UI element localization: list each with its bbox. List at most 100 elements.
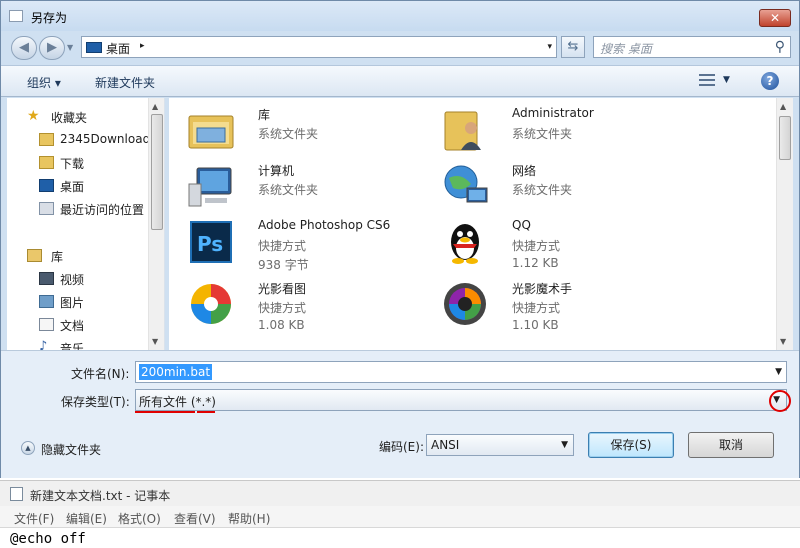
photoshop-icon: Ps bbox=[190, 221, 232, 263]
encoding-select[interactable]: ANSI ▼ bbox=[426, 434, 574, 456]
save-form: 文件名(N): 200min.bat ▼ 保存类型(T): 所有文件 (*.*)… bbox=[1, 350, 799, 478]
scrollbar-thumb[interactable] bbox=[151, 114, 163, 230]
filename-value[interactable]: 200min.bat bbox=[139, 364, 213, 380]
nav-item-favorites[interactable]: ★ 收藏夹 bbox=[7, 106, 149, 128]
annotation-underline bbox=[197, 411, 215, 413]
photo-viewer-icon bbox=[191, 284, 231, 324]
encoding-value: ANSI bbox=[431, 438, 460, 452]
menu-help[interactable]: 帮助(H) bbox=[228, 510, 270, 527]
notepad-content[interactable]: @echo off bbox=[10, 531, 86, 547]
address-location[interactable]: 桌面 bbox=[106, 40, 130, 57]
back-button[interactable]: ◀ bbox=[11, 36, 37, 60]
scroll-up-icon[interactable]: ▲ bbox=[152, 102, 158, 111]
camera-lens-icon bbox=[444, 283, 486, 325]
encoding-label: 编码(E): bbox=[379, 440, 424, 454]
library-folder-icon bbox=[188, 115, 234, 149]
forward-button[interactable]: ▶ bbox=[39, 36, 65, 60]
nav-item-label: 库 bbox=[51, 250, 64, 264]
address-dropdown-icon[interactable]: ▾ bbox=[547, 42, 552, 52]
recent-places-icon bbox=[39, 202, 54, 215]
star-icon: ★ bbox=[27, 108, 40, 124]
picture-library-icon bbox=[39, 295, 54, 308]
nav-item-music[interactable]: ♪ 音乐 bbox=[7, 337, 149, 350]
search-placeholder: 搜索 桌面 bbox=[600, 42, 652, 56]
file-type: 系统文件夹 bbox=[258, 127, 319, 141]
organize-button[interactable]: 组织 ▾ bbox=[27, 74, 61, 91]
recent-pages-dropdown-icon[interactable]: ▼ bbox=[67, 43, 73, 52]
notepad-title: 新建文本文档.txt - 记事本 bbox=[30, 489, 171, 503]
menu-format[interactable]: 格式(O) bbox=[118, 510, 161, 527]
menu-edit[interactable]: 编辑(E) bbox=[66, 510, 107, 527]
address-row: ◀ ▶ ▼ 桌面 ▸ ▾ ⇆ 搜索 桌面 ⚲ bbox=[1, 31, 799, 65]
scroll-down-icon[interactable]: ▼ bbox=[152, 337, 158, 346]
filetype-value[interactable]: 所有文件 (*.*) bbox=[139, 393, 216, 410]
file-item[interactable]: 计算机 系统文件夹 bbox=[187, 160, 437, 216]
file-size: 1.12 KB bbox=[512, 256, 559, 270]
help-icon[interactable]: ? bbox=[761, 72, 779, 90]
file-name: Adobe Photoshop CS6 bbox=[258, 218, 391, 232]
file-size: 938 字节 bbox=[258, 258, 309, 272]
filename-input[interactable]: 200min.bat ▼ bbox=[135, 361, 787, 383]
notepad-titlebar[interactable]: 新建文本文档.txt - 记事本 bbox=[0, 480, 800, 506]
network-icon bbox=[444, 165, 488, 203]
view-dropdown-icon[interactable]: ▼ bbox=[723, 75, 730, 85]
file-type: 快捷方式 bbox=[258, 301, 307, 315]
file-item[interactable]: 网络 系统文件夹 bbox=[441, 160, 691, 216]
video-library-icon bbox=[39, 272, 54, 285]
menu-file[interactable]: 文件(F) bbox=[14, 510, 54, 527]
nav-item-label: 2345Downloads bbox=[60, 132, 149, 146]
nav-item-2345downloads[interactable]: 2345Downloads bbox=[7, 129, 149, 151]
file-size: 1.10 KB bbox=[512, 318, 559, 332]
file-name: 光影看图 bbox=[258, 282, 307, 296]
library-icon bbox=[27, 249, 42, 262]
address-bar[interactable]: 桌面 ▸ ▾ bbox=[81, 36, 557, 58]
menu-view[interactable]: 查看(V) bbox=[174, 510, 216, 527]
file-name: 网络 bbox=[512, 164, 537, 178]
scroll-down-icon[interactable]: ▼ bbox=[780, 337, 786, 346]
file-item[interactable]: QQ 快捷方式 1.12 KB bbox=[441, 216, 691, 272]
cancel-button[interactable]: 取消 bbox=[688, 432, 774, 458]
file-list: 库 系统文件夹 Administrator 系统文件夹 计算机 系统文件夹 网络… bbox=[169, 98, 793, 350]
file-item[interactable]: 光影魔术手 快捷方式 1.10 KB bbox=[441, 278, 691, 334]
nav-item-label: 桌面 bbox=[60, 180, 85, 194]
search-box[interactable]: 搜索 桌面 ⚲ bbox=[593, 36, 791, 58]
nav-item-videos[interactable]: 视频 bbox=[7, 268, 149, 290]
nav-item-pictures[interactable]: 图片 bbox=[7, 291, 149, 313]
close-button[interactable]: ✕ bbox=[759, 9, 791, 27]
view-options-icon[interactable] bbox=[699, 74, 715, 88]
folder-icon bbox=[39, 133, 54, 146]
scroll-up-icon[interactable]: ▲ bbox=[780, 102, 786, 111]
search-icon[interactable]: ⚲ bbox=[775, 39, 785, 55]
nav-pane-scrollbar[interactable]: ▲ ▼ bbox=[148, 98, 164, 350]
nav-item-label: 文档 bbox=[60, 319, 85, 333]
file-name: Administrator bbox=[512, 106, 594, 120]
nav-item-label: 收藏夹 bbox=[51, 111, 88, 125]
file-list-scrollbar[interactable]: ▲ ▼ bbox=[776, 98, 793, 350]
scrollbar-thumb[interactable] bbox=[779, 116, 791, 160]
file-item[interactable]: Administrator 系统文件夹 bbox=[441, 104, 691, 160]
file-item[interactable]: Ps Adobe Photoshop CS6 快捷方式 938 字节 bbox=[187, 216, 437, 272]
encoding-dropdown-icon[interactable]: ▼ bbox=[561, 440, 568, 450]
nav-item-documents[interactable]: 文档 bbox=[7, 314, 149, 336]
new-folder-button[interactable]: 新建文件夹 bbox=[95, 74, 155, 91]
nav-item-label: 下载 bbox=[60, 157, 85, 171]
filename-dropdown-icon[interactable]: ▼ bbox=[775, 367, 782, 377]
refresh-button[interactable]: ⇆ bbox=[561, 36, 585, 58]
filetype-select[interactable]: 所有文件 (*.*) ▼ bbox=[135, 389, 787, 411]
nav-item-label: 音乐 bbox=[60, 342, 85, 350]
file-type: 快捷方式 bbox=[512, 239, 561, 253]
desktop-icon bbox=[86, 42, 102, 53]
nav-item-libraries[interactable]: 库 bbox=[7, 245, 149, 267]
nav-item-recent-places[interactable]: 最近访问的位置 bbox=[7, 198, 149, 220]
dialog-titlebar[interactable]: 另存为 ✕ bbox=[1, 1, 799, 31]
nav-item-label: 视频 bbox=[60, 273, 85, 287]
nav-item-desktop[interactable]: 桌面 bbox=[7, 175, 149, 197]
file-item[interactable]: 库 系统文件夹 bbox=[187, 104, 437, 160]
breadcrumb-arrow-icon[interactable]: ▸ bbox=[140, 41, 145, 51]
annotation-circle bbox=[769, 390, 791, 412]
notepad-icon bbox=[10, 487, 23, 501]
file-name: QQ bbox=[512, 218, 531, 232]
file-item[interactable]: 光影看图 快捷方式 1.08 KB bbox=[187, 278, 437, 334]
nav-item-downloads[interactable]: 下载 bbox=[7, 152, 149, 174]
save-button[interactable]: 保存(S) bbox=[588, 432, 674, 458]
